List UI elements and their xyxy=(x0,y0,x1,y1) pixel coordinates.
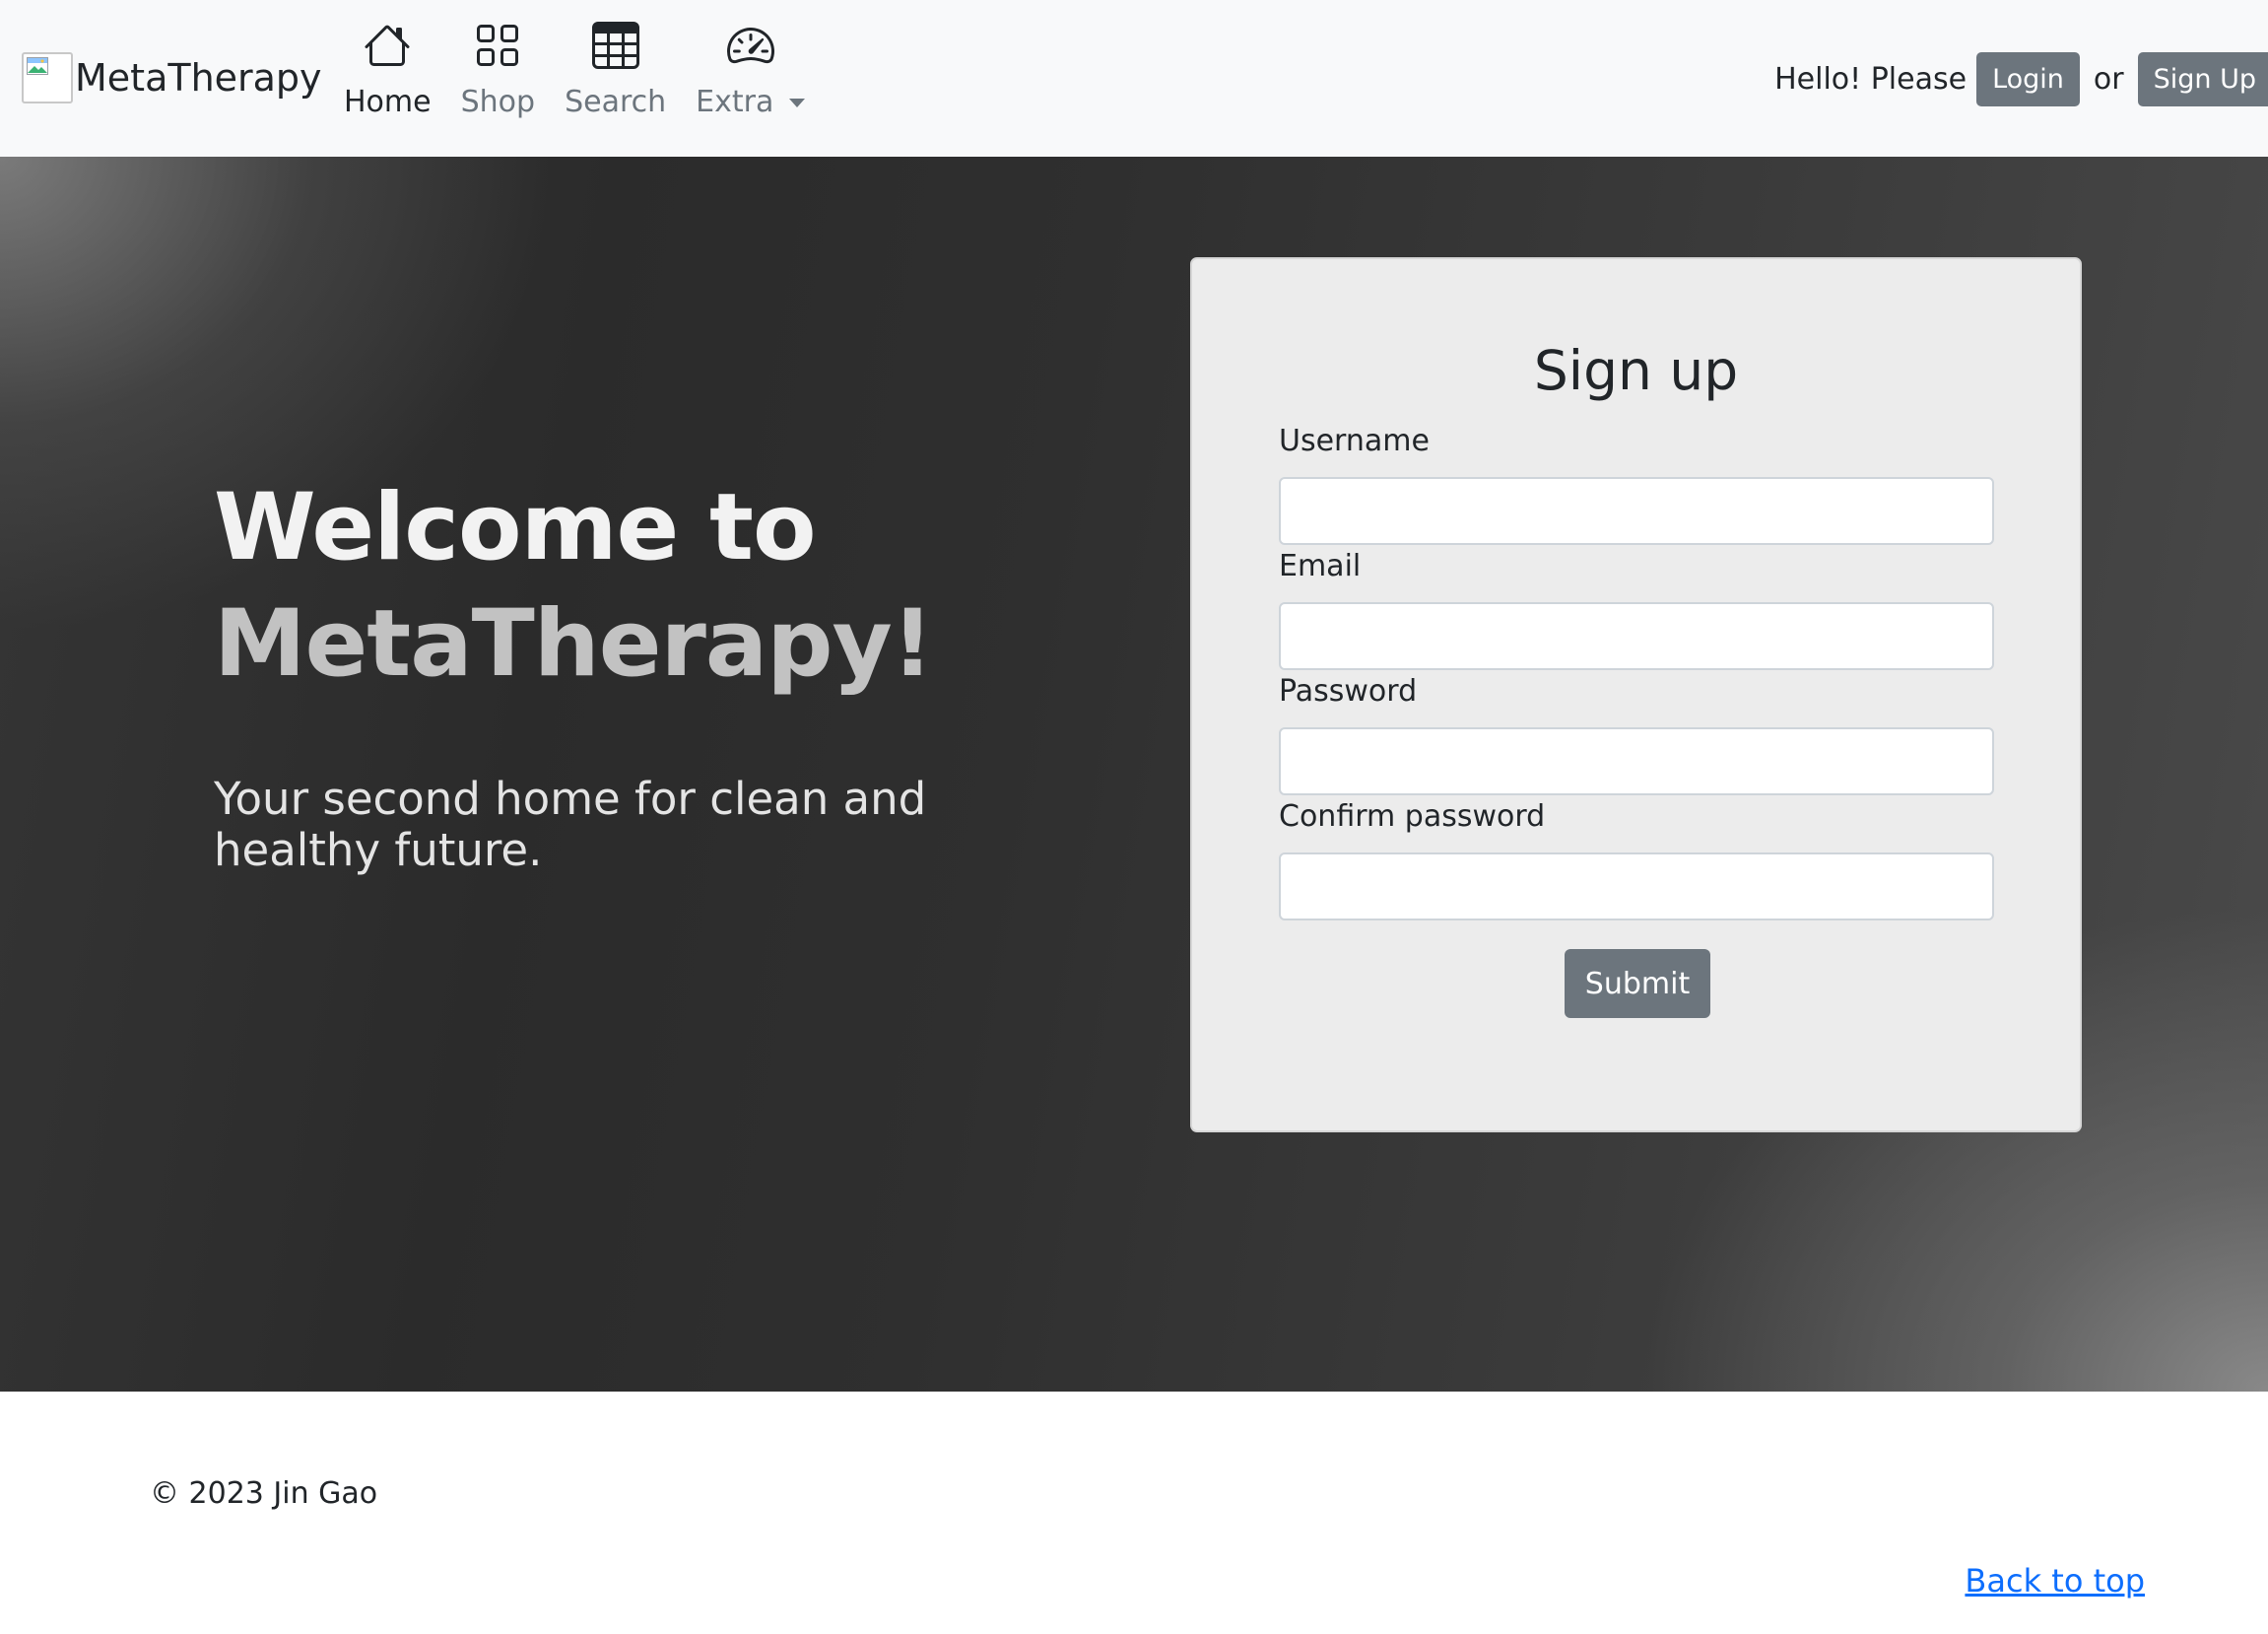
nav-label-extra-text: Extra xyxy=(696,85,774,119)
footer: © 2023 Jin Gao Back to top xyxy=(0,1392,2268,1634)
hero-title-line2: MetaTherapy! xyxy=(214,590,934,698)
navbar: MetaTherapy Home Shop Search Extra Hello… xyxy=(0,0,2268,157)
nav-label-search: Search xyxy=(565,85,667,119)
username-label: Username xyxy=(1279,424,1430,458)
hero-title: Welcome to MetaTherapy! xyxy=(214,470,934,703)
confirm-password-label: Confirm password xyxy=(1279,799,1546,834)
nav-label-home: Home xyxy=(344,85,432,119)
table-icon xyxy=(591,22,639,69)
hero-title-line1: Welcome to xyxy=(214,474,817,581)
nav-label-extra: Extra xyxy=(696,81,806,124)
hero-subtitle: Your second home for clean and healthy f… xyxy=(214,773,927,876)
email-label: Email xyxy=(1279,549,1362,583)
signup-nav-button[interactable]: Sign Up xyxy=(2137,52,2268,106)
confirm-password-field[interactable] xyxy=(1279,852,1994,920)
grid-icon xyxy=(474,22,521,69)
main-nav: Home Shop Search Extra xyxy=(329,22,820,132)
copyright-text: © 2023 Jin Gao xyxy=(150,1476,378,1511)
nav-item-shop[interactable]: Shop xyxy=(446,22,550,124)
password-label: Password xyxy=(1279,674,1418,709)
speedometer-icon xyxy=(726,22,774,69)
login-button[interactable]: Login xyxy=(1976,52,2080,106)
hero-section: Welcome to MetaTherapy! Your second home… xyxy=(0,157,2268,1392)
auth-area: Hello! Please Login or Sign Up xyxy=(1774,52,2268,106)
nav-item-home[interactable]: Home xyxy=(329,22,446,124)
brand-name: MetaTherapy xyxy=(75,56,322,100)
username-field[interactable] xyxy=(1279,477,1994,545)
back-to-top-link[interactable]: Back to top xyxy=(1965,1562,2145,1600)
form-title: Sign up xyxy=(1533,339,1739,402)
nav-item-extra-dropdown[interactable]: Extra xyxy=(681,22,820,124)
brand-logo-broken-image-icon xyxy=(22,52,73,103)
caret-down-icon xyxy=(789,98,806,107)
house-icon xyxy=(364,22,411,69)
auth-or-text: or xyxy=(2093,62,2124,97)
brand-link[interactable]: MetaTherapy xyxy=(22,51,322,104)
signup-form: Sign up Username Email Password Confirm … xyxy=(1190,257,2082,1132)
password-field[interactable] xyxy=(1279,727,1994,795)
nav-item-search[interactable]: Search xyxy=(550,22,681,124)
submit-button[interactable]: Submit xyxy=(1565,949,1710,1018)
nav-label-shop: Shop xyxy=(460,85,536,119)
auth-greeting: Hello! Please xyxy=(1774,62,1968,97)
email-field[interactable] xyxy=(1279,602,1994,670)
